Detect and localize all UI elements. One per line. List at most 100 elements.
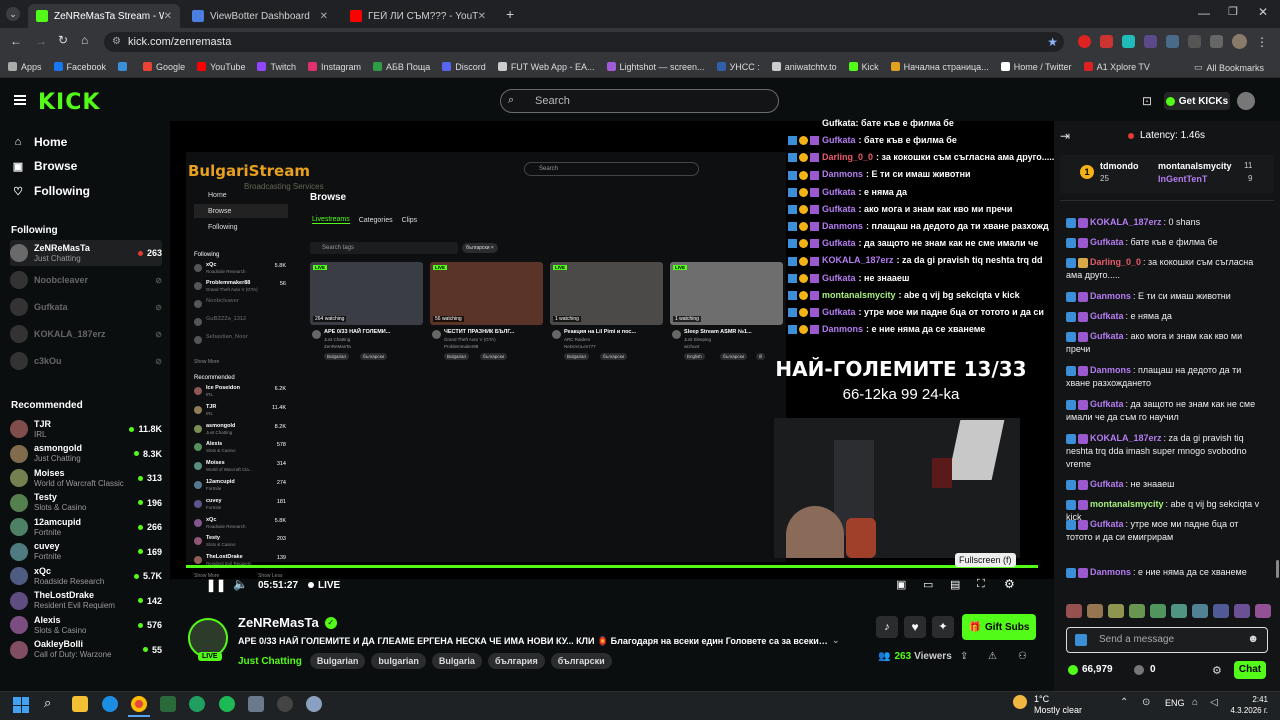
stream-tag[interactable]: българия	[487, 653, 545, 669]
emote-icon[interactable]	[1066, 604, 1082, 618]
calculator-icon[interactable]	[248, 696, 264, 712]
gifter-name[interactable]: InGentTenT	[1158, 174, 1207, 184]
sidebar-channel[interactable]: Alexis Slots & Casino 576	[10, 612, 162, 638]
browser-tab[interactable]: ViewBotter Dashboard ✕	[184, 4, 336, 28]
weather-icon[interactable]	[1013, 695, 1027, 709]
settings-gear-icon[interactable]: ⚙	[1004, 577, 1015, 591]
volume-tray-icon[interactable]: ◁	[1210, 697, 1218, 708]
sidebar-channel[interactable]: Gufkata ⊘	[10, 294, 162, 320]
windows-start-icon[interactable]	[13, 697, 29, 713]
site-info-icon[interactable]: ⚙	[112, 32, 121, 52]
streamer-name[interactable]: ZeNReMasTa	[238, 615, 319, 630]
stream-tag[interactable]: Bulgarian	[309, 653, 366, 669]
bookmark-star-icon[interactable]: ★	[1047, 32, 1058, 52]
extension-icon[interactable]	[1144, 35, 1157, 48]
search-input[interactable]: Search	[500, 89, 779, 113]
sidepanel-icon[interactable]	[1210, 35, 1223, 48]
sidebar-channel[interactable]: Testy Slots & Casino 196	[10, 490, 162, 516]
bookmark-item[interactable]: Google	[143, 62, 185, 72]
user-avatar[interactable]	[1237, 92, 1255, 110]
sidebar-channel[interactable]: TheLostDrake Resident Evil Requiem 142	[10, 588, 162, 614]
pip-icon[interactable]: ▣	[896, 578, 906, 591]
bookmark-item[interactable]: Facebook	[53, 62, 106, 72]
extension-icon[interactable]	[1122, 35, 1135, 48]
close-window-button[interactable]: ✕	[1258, 5, 1268, 19]
sidebar-channel[interactable]: cuvey Fortnite 169	[10, 539, 162, 565]
close-tab-icon[interactable]: ✕	[320, 11, 328, 22]
emote-icon[interactable]	[1234, 604, 1250, 618]
puzzle-icon[interactable]	[1166, 35, 1179, 48]
expand-chevron-icon[interactable]: ⌄	[832, 635, 840, 646]
bookmark-item[interactable]	[118, 62, 131, 71]
close-tab-icon[interactable]: ✕	[164, 11, 172, 22]
browser-tab[interactable]: ГЕЙ ЛИ СЪМ??? - YouTube✕	[342, 4, 494, 28]
app-icon[interactable]	[277, 696, 293, 712]
bookmark-item[interactable]: Kick	[848, 62, 879, 72]
bookmark-item[interactable]: Apps	[8, 62, 42, 72]
emote-icon[interactable]	[1129, 604, 1145, 618]
emote-icon[interactable]	[1171, 604, 1187, 618]
sidebar-channel[interactable]: Noobcleaver ⊘	[10, 267, 162, 293]
sidebar-channel[interactable]: TJR IRL 11.8K	[10, 416, 162, 442]
bookmark-item[interactable]: Home / Twitter	[1000, 62, 1072, 72]
bookmark-item[interactable]: FUT Web App - EA...	[497, 62, 595, 72]
bookmark-item[interactable]: A1 Xplore TV	[1083, 62, 1150, 72]
volume-icon[interactable]: 🔈	[233, 577, 248, 591]
downloads-icon[interactable]	[1188, 35, 1201, 48]
chat-scrollbar[interactable]	[1276, 560, 1279, 578]
home-icon[interactable]: ⌂	[81, 33, 88, 47]
clip-icon[interactable]: ▤	[950, 578, 960, 591]
emote-icon[interactable]	[1213, 604, 1229, 618]
maximize-button[interactable]: ❐	[1228, 5, 1238, 18]
nav-home[interactable]: ⌂ Home	[12, 135, 68, 149]
taskbar-search-icon[interactable]: ⌕	[44, 695, 51, 711]
collapse-chat-icon[interactable]: ⇥	[1060, 129, 1070, 143]
sidebar-channel[interactable]: KOKALA_187erz ⊘	[10, 321, 162, 347]
menu-icon[interactable]: ⋮	[1256, 35, 1268, 49]
back-icon[interactable]: ←	[10, 34, 22, 48]
chat-input[interactable]: Send a message ☻	[1066, 627, 1268, 653]
sidebar-channel[interactable]: ZeNReMasTa Just Chatting 263	[10, 240, 162, 266]
bookmark-item[interactable]: Начална страница...	[890, 62, 989, 72]
bell-icon[interactable]: ♪	[876, 616, 898, 638]
stream-category[interactable]: Just Chatting	[238, 656, 302, 667]
minimize-button[interactable]: —	[1198, 6, 1210, 20]
profile-avatar[interactable]	[1232, 34, 1247, 49]
new-tab-button[interactable]: +	[506, 6, 514, 22]
app-icon[interactable]	[189, 696, 205, 712]
app-icon[interactable]	[160, 696, 176, 712]
tab-search-button[interactable]: ⌄	[6, 7, 20, 21]
pause-icon[interactable]: ❚❚	[206, 578, 226, 592]
nav-browse[interactable]: ▣ Browse	[12, 159, 78, 173]
file-explorer-icon[interactable]	[72, 696, 88, 712]
nav-following[interactable]: ♡ Following	[12, 184, 90, 198]
tray-chevron-icon[interactable]: ⌃	[1120, 697, 1128, 708]
extension-icon[interactable]	[1100, 35, 1113, 48]
bookmark-item[interactable]: Discord	[442, 62, 486, 72]
points-balance[interactable]: 66,979	[1068, 664, 1113, 675]
bookmark-item[interactable]: УНСС :	[716, 62, 760, 72]
emote-icon[interactable]	[1255, 604, 1271, 618]
tray-icon[interactable]: ⊙	[1142, 697, 1150, 708]
follow-heart-icon[interactable]: ♥	[904, 616, 926, 638]
extension-icon[interactable]	[1078, 35, 1091, 48]
sidebar-channel[interactable]: 12amcupid Fortnite 266	[10, 514, 162, 540]
emote-icon[interactable]	[1150, 604, 1166, 618]
kick-logo[interactable]: KICK	[38, 90, 100, 115]
emote-icon[interactable]	[1192, 604, 1208, 618]
more-user-icon[interactable]: ⚇	[1018, 651, 1027, 662]
stream-tag[interactable]: bulgarian	[371, 653, 426, 669]
chat-send-button[interactable]: Chat	[1234, 661, 1266, 679]
get-kicks-button[interactable]: Get KICKs	[1164, 92, 1230, 110]
language-indicator[interactable]: ENG	[1165, 698, 1185, 708]
weather-widget[interactable]: 1°C Mostly clear	[1034, 694, 1082, 716]
address-bar[interactable]: ⚙ kick.com/zenremasta ★	[104, 32, 1064, 52]
sidebar-channel[interactable]: c3kOu ⊘	[10, 348, 162, 374]
theater-icon[interactable]: ▭	[923, 578, 933, 591]
gifter-name[interactable]: montanalsmycity	[1158, 161, 1232, 171]
sparkle-icon[interactable]: ✦	[932, 616, 954, 638]
settings-icon[interactable]	[306, 696, 322, 712]
close-tab-icon[interactable]: ✕	[478, 11, 486, 22]
bookmark-item[interactable]: YouTube	[197, 62, 245, 72]
forward-icon[interactable]: →	[35, 34, 47, 48]
